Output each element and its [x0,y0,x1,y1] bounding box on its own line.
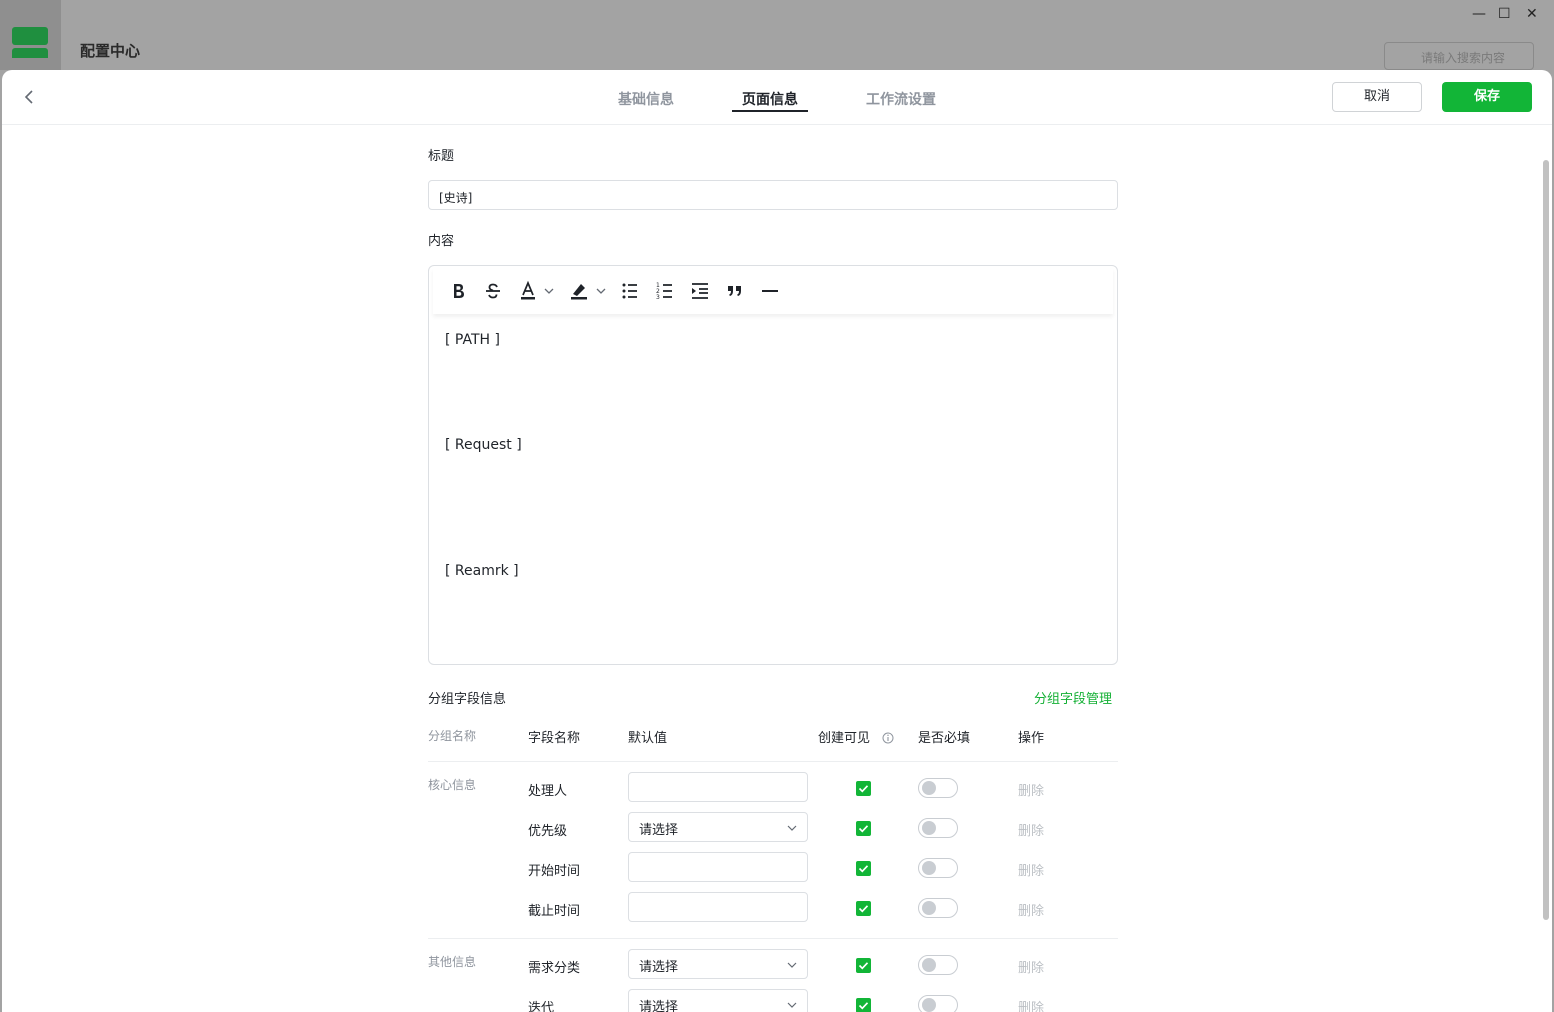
bold-icon[interactable] [447,280,469,302]
active-tab-indicator [732,110,808,112]
group-name-core: 核心信息 [428,778,477,792]
app-logo-icon [12,27,48,45]
visible-checkbox[interactable] [856,998,871,1012]
info-icon[interactable] [882,729,894,744]
delete-link[interactable]: 删除 [1018,820,1044,839]
tab-basic-info[interactable]: 基础信息 [618,89,674,109]
required-toggle[interactable] [918,858,958,878]
required-toggle[interactable] [918,898,958,918]
default-value-input[interactable] [628,772,808,802]
title-label: 标题 [428,149,455,164]
quote-icon[interactable] [724,280,746,302]
background-app-title: 配置中心 [80,42,141,60]
table-header-divider [428,761,1118,762]
default-value-select[interactable]: 请选择 [628,949,808,979]
select-placeholder: 请选择 [639,823,679,838]
delete-link[interactable]: 删除 [1018,957,1044,976]
content-label: 内容 [428,234,455,249]
column-field-name: 字段名称 [528,731,581,746]
editor-line-path: [ PATH ] [445,332,500,348]
chevron-down-icon [787,825,797,831]
delete-link[interactable]: 删除 [1018,997,1044,1012]
chevron-down-icon [787,962,797,968]
visible-checkbox[interactable] [856,781,871,796]
visible-checkbox[interactable] [856,861,871,876]
sheet-header: 基础信息 页面信息 工作流设置 取消 保存 [2,70,1552,125]
minimize-button[interactable]: — [1472,6,1486,22]
delete-link[interactable]: 删除 [1018,900,1044,919]
column-action: 操作 [1018,731,1045,746]
group-fields-title: 分组字段信息 [428,692,507,707]
strikethrough-icon[interactable] [482,280,504,302]
default-value-input[interactable] [628,852,808,882]
column-group-name: 分组名称 [428,729,477,743]
field-name-label: 开始时间 [528,864,581,879]
cancel-button[interactable]: 取消 [1332,82,1422,112]
default-value-select[interactable]: 请选择 [628,989,808,1012]
highlight-icon[interactable] [568,280,608,302]
field-name-label: 需求分类 [528,961,581,976]
column-visible-on-create: 创建可见 [818,731,871,746]
visible-checkbox[interactable] [856,821,871,836]
app-logo-icon-lower [12,48,48,58]
font-color-icon[interactable] [517,280,557,302]
editor-line-request: [ Request ] [445,437,522,453]
indent-icon[interactable] [689,280,711,302]
edit-sheet: 基础信息 页面信息 工作流设置 取消 保存 标题 [史诗] 内容 1 2 3 [… [2,70,1552,1012]
chevron-down-icon [787,1002,797,1008]
bullet-list-icon[interactable] [619,280,641,302]
maximize-button[interactable]: ☐ [1498,6,1511,22]
background-search-input: 请输入搜索内容 [1384,42,1534,70]
delete-link[interactable]: 删除 [1018,780,1044,799]
editor-line-remark: [ Reamrk ] [445,563,519,579]
close-window-button[interactable]: ✕ [1526,6,1538,22]
title-input[interactable]: [史诗] [428,180,1118,210]
rich-text-editor[interactable]: 123 [ PATH ] [ Request ] [ Reamrk ] [428,265,1118,665]
required-toggle[interactable] [918,955,958,975]
field-name-label: 迭代 [528,1001,555,1012]
group-divider [428,938,1118,939]
required-toggle[interactable] [918,818,958,838]
required-toggle[interactable] [918,995,958,1012]
svg-text:3: 3 [656,294,660,301]
vertical-scrollbar[interactable] [1543,160,1549,920]
back-arrow-icon[interactable] [18,86,40,108]
field-name-label: 处理人 [528,784,568,799]
background-search-placeholder: 请输入搜索内容 [1421,51,1506,65]
visible-checkbox[interactable] [856,958,871,973]
ordered-list-icon[interactable]: 123 [654,280,676,302]
group-name-other: 其他信息 [428,955,477,969]
default-value-select[interactable]: 请选择 [628,812,808,842]
column-required: 是否必填 [918,731,971,746]
save-button[interactable]: 保存 [1442,82,1532,112]
field-name-label: 截止时间 [528,904,581,919]
editor-toolbar: 123 [433,268,1113,314]
horizontal-rule-icon[interactable] [759,280,781,302]
default-value-input[interactable] [628,892,808,922]
tab-page-info[interactable]: 页面信息 [742,89,798,109]
group-fields-manage-link[interactable]: 分组字段管理 [1034,688,1112,707]
tab-workflow-settings[interactable]: 工作流设置 [866,89,936,109]
select-placeholder: 请选择 [639,960,679,975]
field-name-label: 优先级 [528,824,568,839]
required-toggle[interactable] [918,778,958,798]
select-placeholder: 请选择 [639,1000,679,1012]
visible-checkbox[interactable] [856,901,871,916]
delete-link[interactable]: 删除 [1018,860,1044,879]
column-default-value: 默认值 [628,731,668,746]
